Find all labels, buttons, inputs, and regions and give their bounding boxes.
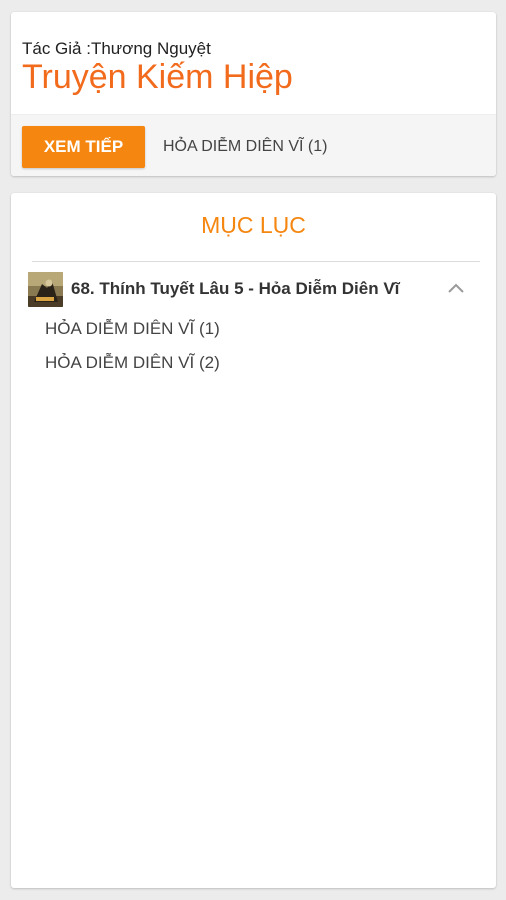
- book-header-card: Tác Giả :Thương Nguyệt Truyện Kiếm Hiệp …: [11, 12, 496, 176]
- book-cover-thumbnail-icon: [28, 272, 63, 307]
- table-of-contents-card: MỤC LỤC 68. Thính Tuyết Lâu 5 - Hỏa Diễm…: [11, 193, 496, 888]
- toc-title: MỤC LỤC: [201, 212, 306, 238]
- book-group-header[interactable]: 68. Thính Tuyết Lâu 5 - Hỏa Diễm Diên Vĩ: [28, 271, 478, 307]
- chapter-list-item[interactable]: HỎA DIỄM DIÊN VĨ (2): [45, 348, 220, 378]
- author-line: Tác Giả :Thương Nguyệt: [22, 39, 211, 58]
- last-read-chapter[interactable]: HỎA DIỄM DIÊN VĨ (1): [163, 126, 327, 168]
- book-group-title: 68. Thính Tuyết Lâu 5 - Hỏa Diễm Diên Vĩ: [71, 279, 400, 298]
- chevron-up-icon[interactable]: [446, 279, 466, 299]
- chapter-list-item[interactable]: HỎA DIỄM DIÊN VĨ (1): [45, 314, 220, 344]
- book-title: Truyện Kiếm Hiệp: [22, 58, 293, 96]
- continue-reading-bar: XEM TIẾP HỎA DIỄM DIÊN VĨ (1): [11, 114, 496, 176]
- continue-reading-button[interactable]: XEM TIẾP: [22, 126, 145, 168]
- toc-divider: [32, 261, 480, 262]
